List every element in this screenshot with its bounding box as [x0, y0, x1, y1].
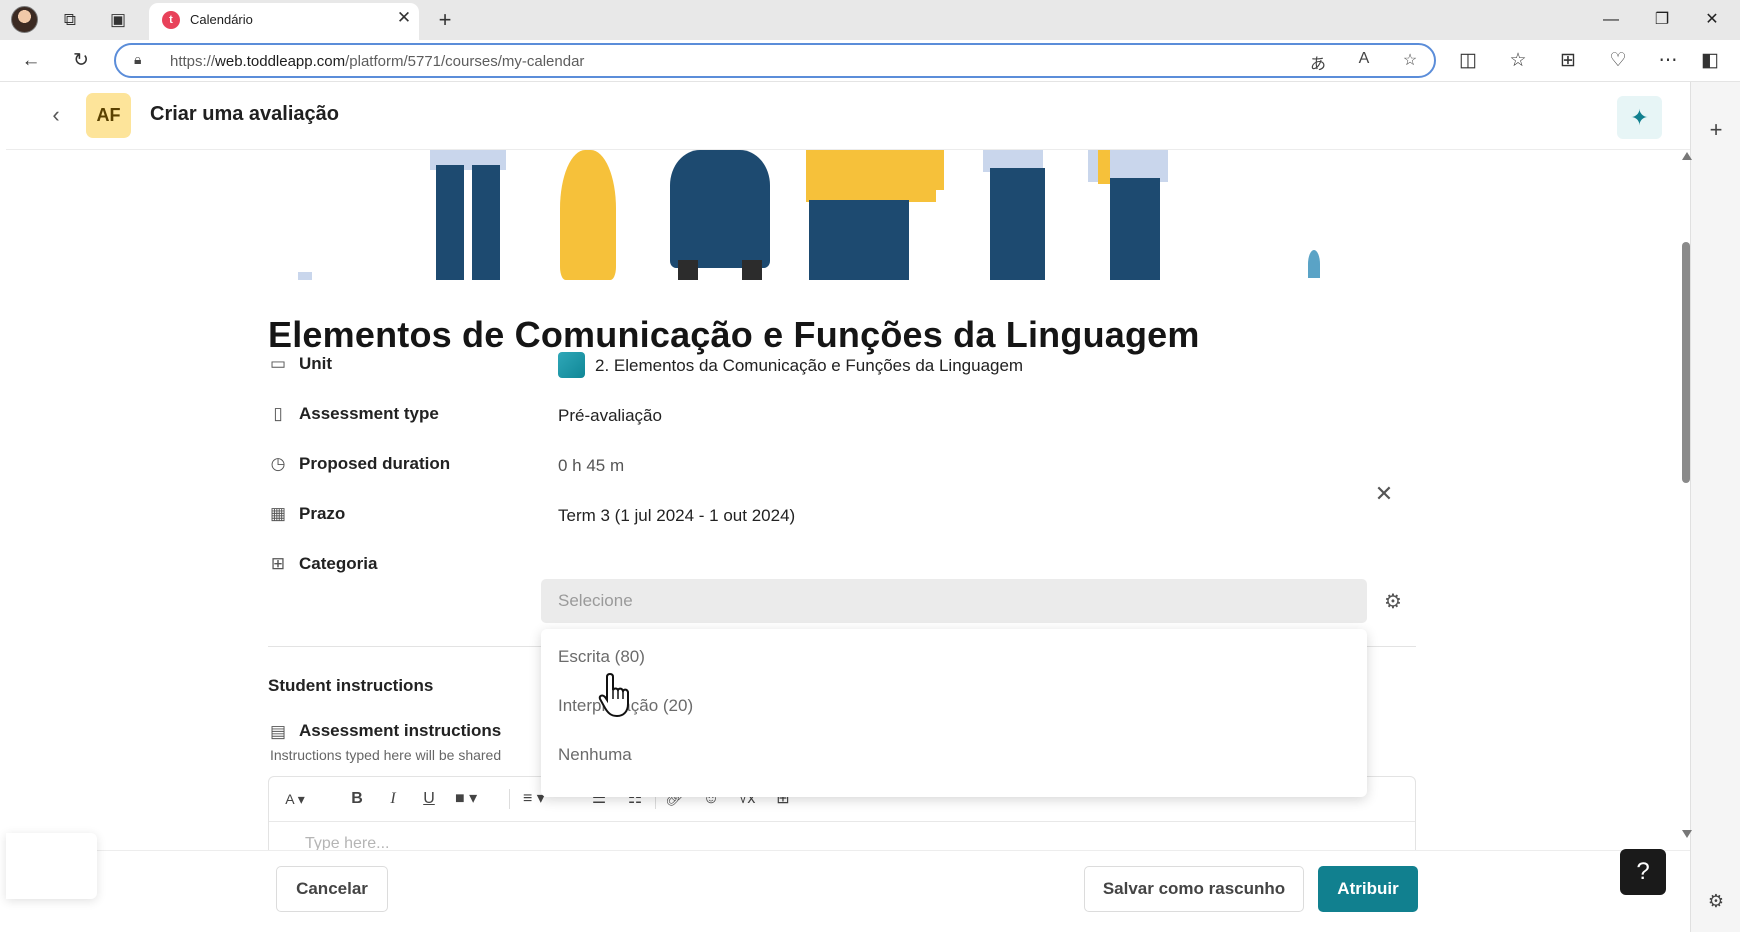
instructions-icon: ▤: [269, 722, 287, 741]
assessment-cover-illustration: [268, 150, 1378, 280]
category-select[interactable]: Selecione: [541, 579, 1367, 623]
lock-icon: 🔒︎: [134, 51, 142, 67]
footer-bar: Cancelar Salvar como rascunho Atribuir: [6, 850, 1690, 932]
text-color-icon[interactable]: ■ ▾: [455, 787, 477, 811]
address-bar[interactable]: 🔒︎ https://web.toddleapp.com/platform/57…: [114, 43, 1436, 78]
favorite-star-icon[interactable]: ☆: [1398, 50, 1422, 70]
field-value-unit[interactable]: 2. Elementos da Comunicação e Funções da…: [595, 356, 1023, 376]
scroll-up-arrow[interactable]: [1682, 152, 1692, 160]
browser-profile-avatar[interactable]: [11, 6, 38, 33]
calendar-icon: ▦: [269, 504, 287, 523]
url-text: https://web.toddleapp.com/platform/5771/…: [170, 53, 585, 70]
font-size-icon[interactable]: A ▾: [285, 787, 305, 811]
edge-sidebar: + ⚙: [1690, 82, 1740, 932]
assessment-title: Elementos de Comunicação e Funções da Li…: [268, 314, 1200, 355]
browser-tab-bar: ⧉ ▣ t Calendário ✕ + — ❐ ✕: [0, 0, 1740, 40]
help-button[interactable]: ?: [1620, 849, 1666, 895]
floating-side-card: [6, 833, 97, 899]
new-tab-icon[interactable]: +: [433, 8, 457, 32]
refresh-icon[interactable]: ↻: [68, 49, 94, 73]
browser-essentials-icon[interactable]: ♡: [1605, 49, 1631, 73]
app-window: ‹ AF Criar uma avaliação ✦ Elementos de …: [6, 82, 1692, 932]
field-label-assessment-type: Assessment type: [299, 404, 439, 423]
student-instructions-heading: Student instructions: [268, 676, 434, 695]
page-title: Criar uma avaliação: [150, 103, 339, 125]
field-value-duration[interactable]: 0 h 45 m: [558, 456, 624, 476]
instructions-hint: Instructions typed here will be shared: [270, 747, 502, 763]
app-header: ‹ AF Criar uma avaliação ✦: [6, 82, 1690, 150]
bold-icon[interactable]: B: [347, 787, 367, 811]
back-chevron-icon[interactable]: ‹: [44, 104, 68, 128]
workspaces-icon[interactable]: ⧉: [58, 8, 82, 32]
read-aloud-icon[interactable]: A: [1352, 50, 1376, 68]
restore-icon[interactable]: ❐: [1647, 8, 1677, 32]
tab-close-icon[interactable]: ✕: [394, 8, 414, 28]
avatar: AF: [86, 93, 131, 138]
split-screen-icon[interactable]: ◫: [1455, 49, 1481, 73]
vertical-tabs-icon[interactable]: ▣: [106, 8, 130, 32]
hand-pointer-cursor-icon: [598, 672, 629, 718]
translate-icon[interactable]: あ: [1306, 50, 1330, 74]
field-value-prazo[interactable]: Term 3 (1 jul 2024 - 1 out 2024): [558, 506, 795, 526]
save-draft-button[interactable]: Salvar como rascunho: [1084, 866, 1304, 912]
field-label-categoria: Categoria: [299, 554, 378, 573]
cancel-button[interactable]: Cancelar: [276, 866, 388, 912]
favorites-icon[interactable]: ☆: [1505, 49, 1531, 73]
scroll-thumb[interactable]: [1682, 242, 1690, 483]
toddle-favicon-icon: t: [162, 11, 180, 29]
unit-color-swatch: [558, 352, 585, 378]
window-close-icon[interactable]: ✕: [1697, 8, 1727, 32]
clipboard-icon: ▯: [273, 404, 283, 423]
category-option[interactable]: Escrita (80): [558, 647, 645, 667]
category-settings-gear-icon[interactable]: ⚙: [1381, 590, 1405, 614]
assessment-instructions-label: Assessment instructions: [299, 721, 502, 740]
toolbar-separator: [509, 789, 510, 809]
more-menu-icon[interactable]: ⋯: [1655, 49, 1681, 73]
unit-icon: ▭: [269, 354, 287, 373]
page-scrollbar[interactable]: [1680, 150, 1692, 840]
underline-icon[interactable]: U: [419, 787, 439, 811]
category-option[interactable]: Nenhuma: [558, 745, 632, 765]
minimize-icon[interactable]: —: [1596, 8, 1626, 32]
back-arrow-icon[interactable]: ←: [18, 49, 44, 73]
clear-duration-icon[interactable]: ✕: [1372, 482, 1396, 506]
italic-icon[interactable]: I: [383, 787, 403, 811]
clock-icon: ◷: [270, 454, 286, 473]
field-value-assessment-type[interactable]: Pré-avaliação: [558, 406, 662, 426]
grid-icon: ⊞: [270, 554, 286, 573]
sidebar-settings-icon[interactable]: ⚙: [1704, 889, 1728, 913]
field-label-duration: Proposed duration: [299, 454, 451, 473]
category-select-placeholder: Selecione: [558, 591, 633, 610]
add-sidebar-item-icon[interactable]: +: [1704, 118, 1728, 142]
tab-title: Calendário: [190, 12, 253, 27]
browser-nav-bar: ← ↻ 🔒︎ https://web.toddleapp.com/platfor…: [0, 40, 1740, 82]
ai-sparkle-button[interactable]: ✦: [1617, 96, 1662, 139]
field-label-prazo: Prazo: [299, 504, 346, 523]
sidebar-toggle-icon[interactable]: ◧: [1697, 49, 1723, 73]
assign-button[interactable]: Atribuir: [1318, 866, 1418, 912]
category-dropdown: Escrita (80) Interpretação (20) Nenhuma: [541, 629, 1367, 797]
field-label-unit: Unit: [299, 354, 333, 373]
collections-icon[interactable]: ⊞: [1555, 49, 1581, 73]
scroll-down-arrow[interactable]: [1682, 830, 1692, 838]
